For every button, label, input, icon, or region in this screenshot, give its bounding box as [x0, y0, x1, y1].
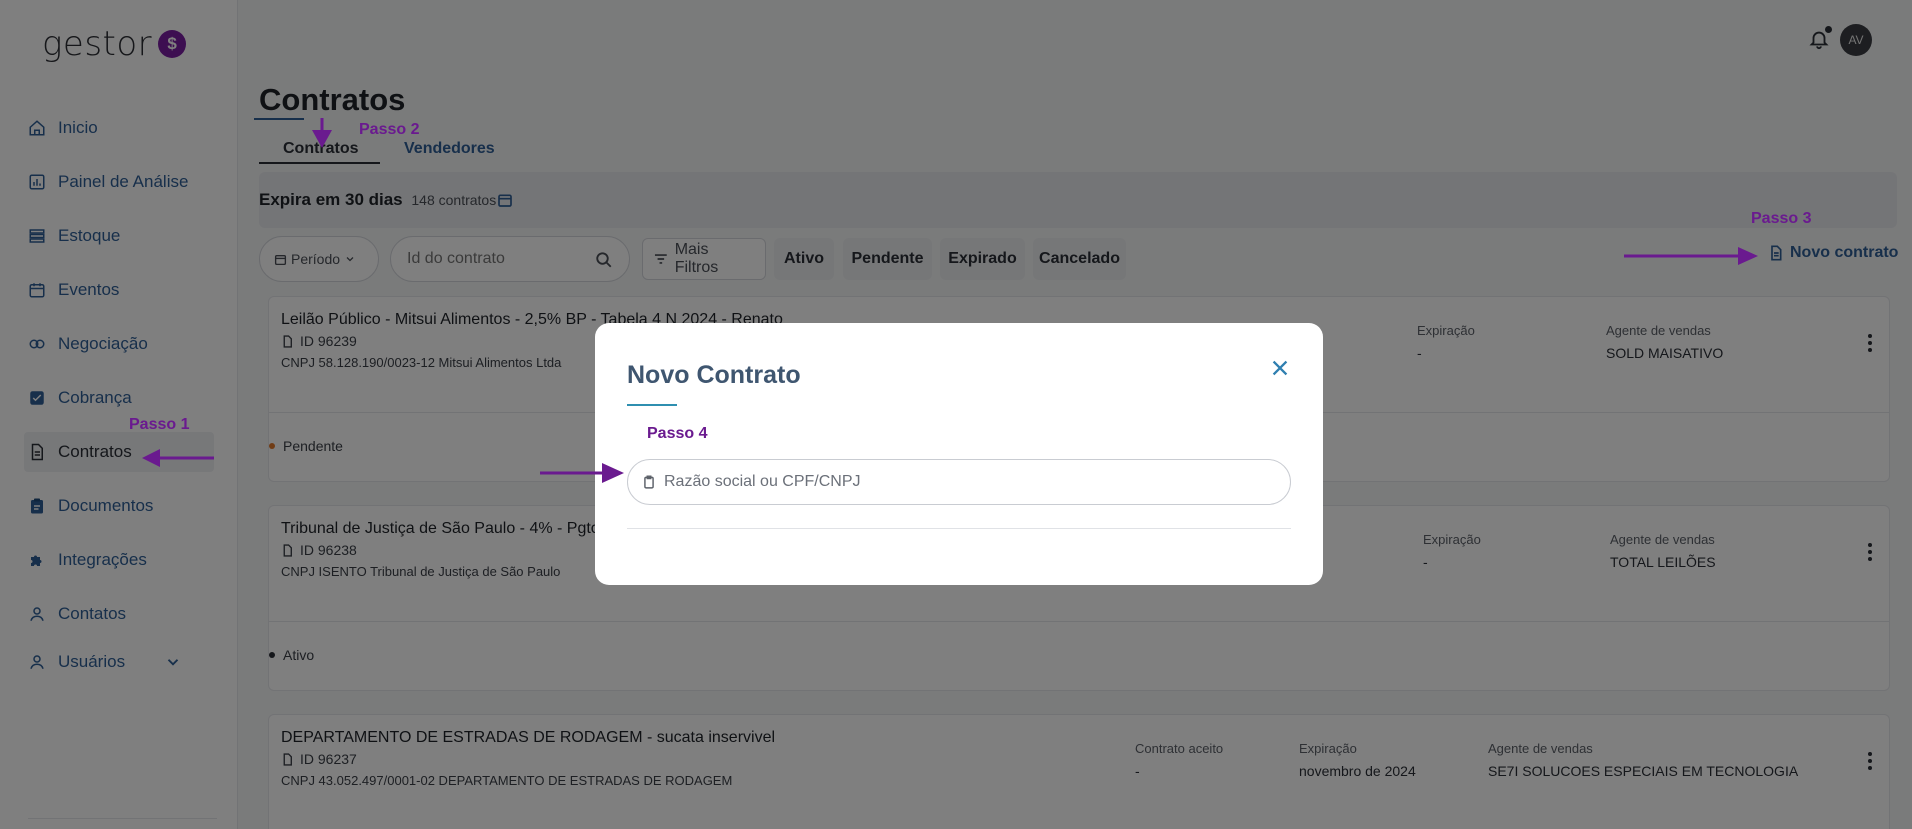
modal-title: Novo Contrato	[627, 361, 801, 389]
annotation-passo-3: Passo 3	[1751, 210, 1812, 227]
annotation-passo-2: Passo 2	[359, 121, 420, 138]
razao-social-field	[627, 459, 1291, 505]
modal-divider	[627, 528, 1291, 529]
modal-title-underline	[627, 404, 677, 406]
razao-social-input[interactable]	[664, 473, 1264, 491]
arrow-down-icon	[312, 118, 332, 148]
arrow-right-icon	[1624, 247, 1758, 265]
close-icon[interactable]	[1269, 357, 1291, 379]
novo-contrato-modal: Novo Contrato Passo 4	[595, 323, 1323, 585]
arrow-left-icon	[142, 449, 214, 467]
clipboard-icon	[644, 475, 654, 489]
annotation-passo-4: Passo 4	[647, 425, 708, 442]
arrow-right-icon	[540, 463, 624, 483]
annotation-passo-1: Passo 1	[129, 416, 190, 433]
